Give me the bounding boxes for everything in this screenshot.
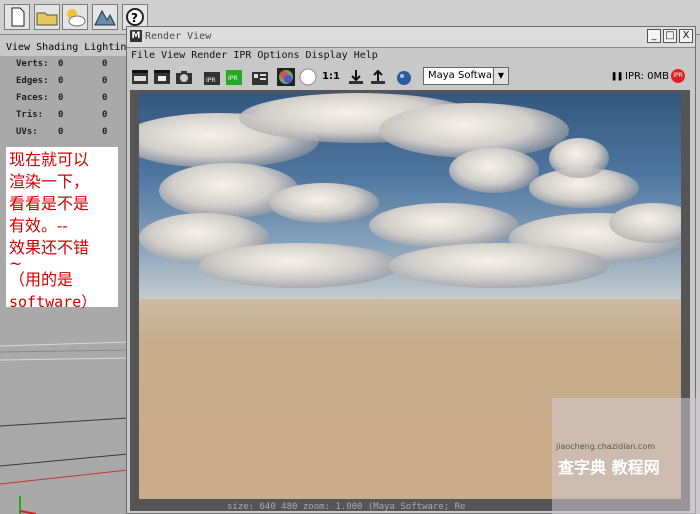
render-view-titlebar[interactable]: M Render View _ □ X xyxy=(127,27,695,48)
hud-value: 0 xyxy=(58,59,64,69)
hud-faces: Faces: 0 0 xyxy=(16,93,126,107)
hud-value: 0 xyxy=(102,110,108,120)
window-title: Render View xyxy=(145,31,212,42)
hud-value: 0 xyxy=(58,76,64,86)
hud-label: Edges: xyxy=(16,76,49,86)
renderer-selected-value: Maya Software xyxy=(428,70,503,81)
hud-edges: Edges: 0 0 xyxy=(16,76,126,90)
menu-ipr[interactable]: IPR xyxy=(233,50,251,61)
menu-render[interactable]: Render xyxy=(191,50,227,61)
viewport-menu-bar: View Shading Lighting xyxy=(0,40,128,56)
menu-help[interactable]: Help xyxy=(354,50,378,61)
new-scene-icon[interactable] xyxy=(4,4,30,30)
note-line: 渲染一下， xyxy=(9,172,90,191)
hud-verts: Verts: 0 0 xyxy=(16,59,126,73)
note-line: 现在就可以 xyxy=(9,150,90,169)
hud-label: UVs: xyxy=(16,127,38,137)
hud-value: 0 xyxy=(58,110,64,120)
renderer-dropdown[interactable]: Maya Software ▼ xyxy=(423,67,509,85)
hud-value: 0 xyxy=(102,93,108,103)
watermark: jiaocheng.chazidian.com 查字典 教程网 xyxy=(552,398,700,514)
render-settings-icon[interactable] xyxy=(251,68,269,86)
svg-text:IPR: IPR xyxy=(206,77,216,84)
viewport-grid xyxy=(0,341,128,514)
ipr-refresh-icon[interactable]: IPR xyxy=(225,68,243,86)
hud-value: 0 xyxy=(102,76,108,86)
ipr-render-icon[interactable]: IPR xyxy=(203,68,221,86)
annotation-note: 现在就可以 渲染一下， 看看是不是 有效。-- 效果还不错 ~ （用的是 sof… xyxy=(6,147,118,311)
render-sphere-icon[interactable] xyxy=(395,68,413,86)
watermark-site: 查字典 教程网 xyxy=(558,458,660,477)
note-line: 效果还不错 xyxy=(9,238,90,257)
hud-uvs: UVs: 0 0 xyxy=(16,127,126,141)
render-region-icon[interactable] xyxy=(153,68,171,86)
mountain-icon[interactable] xyxy=(92,4,118,30)
chevron-down-icon: ▼ xyxy=(493,68,508,84)
viewport-menu-lighting[interactable]: Lighting xyxy=(84,42,128,53)
hud-label: Tris: xyxy=(16,110,44,120)
real-size-button[interactable]: 1:1 xyxy=(322,71,340,82)
remove-image-icon[interactable] xyxy=(369,68,387,86)
note-line: 看看是不是 xyxy=(9,194,90,213)
note-line: （用的是 xyxy=(9,270,74,289)
ipr-stop-icon[interactable]: IPR xyxy=(671,69,685,83)
keep-image-icon[interactable] xyxy=(347,68,365,86)
watermark-url: jiaocheng.chazidian.com xyxy=(556,442,656,451)
viewport-menu-view[interactable]: View xyxy=(6,42,30,53)
display-rgb-icon[interactable] xyxy=(277,68,295,86)
maximize-button[interactable]: □ xyxy=(663,29,677,43)
menu-file[interactable]: File xyxy=(131,50,155,61)
hud-value: 0 xyxy=(102,127,108,137)
sky-render xyxy=(139,93,681,299)
close-button[interactable]: X xyxy=(679,29,693,43)
svg-text:IPR: IPR xyxy=(228,75,238,82)
pause-icon[interactable]: ❚❚ xyxy=(611,71,623,82)
menu-view[interactable]: View xyxy=(161,50,185,61)
svg-text:?: ? xyxy=(131,11,138,25)
minimize-button[interactable]: _ xyxy=(647,29,661,43)
hud-value: 0 xyxy=(58,127,64,137)
viewport-menu-shading[interactable]: Shading xyxy=(36,42,78,53)
ipr-memory-label: IPR: 0MB xyxy=(625,71,670,82)
display-alpha-icon[interactable] xyxy=(299,68,317,86)
note-line: ~ xyxy=(9,254,23,273)
hud-value: 0 xyxy=(58,93,64,103)
maya-logo-icon: M xyxy=(130,30,142,42)
hud-tris: Tris: 0 0 xyxy=(16,110,126,124)
menu-options[interactable]: Options xyxy=(257,50,299,61)
redo-render-icon[interactable] xyxy=(131,68,149,86)
render-status-bar: size: 640 480 zoom: 1.000 (Maya Software… xyxy=(227,502,466,512)
hud-label: Verts: xyxy=(16,59,49,69)
open-folder-icon[interactable] xyxy=(34,4,60,30)
render-view-toolbar: IPR IPR 1:1 Maya Software ▼ ❚❚ IPR: 0MB … xyxy=(127,65,695,89)
hud-label: Faces: xyxy=(16,93,49,103)
hud-value: 0 xyxy=(102,59,108,69)
snapshot-camera-icon[interactable] xyxy=(175,68,193,86)
note-line: 有效。-- xyxy=(9,216,68,235)
sky-cloud-icon[interactable] xyxy=(62,4,88,30)
menu-display[interactable]: Display xyxy=(306,50,348,61)
note-line: software） xyxy=(9,293,97,311)
render-view-menu-bar: File View Render IPR Options Display Help xyxy=(127,48,695,64)
